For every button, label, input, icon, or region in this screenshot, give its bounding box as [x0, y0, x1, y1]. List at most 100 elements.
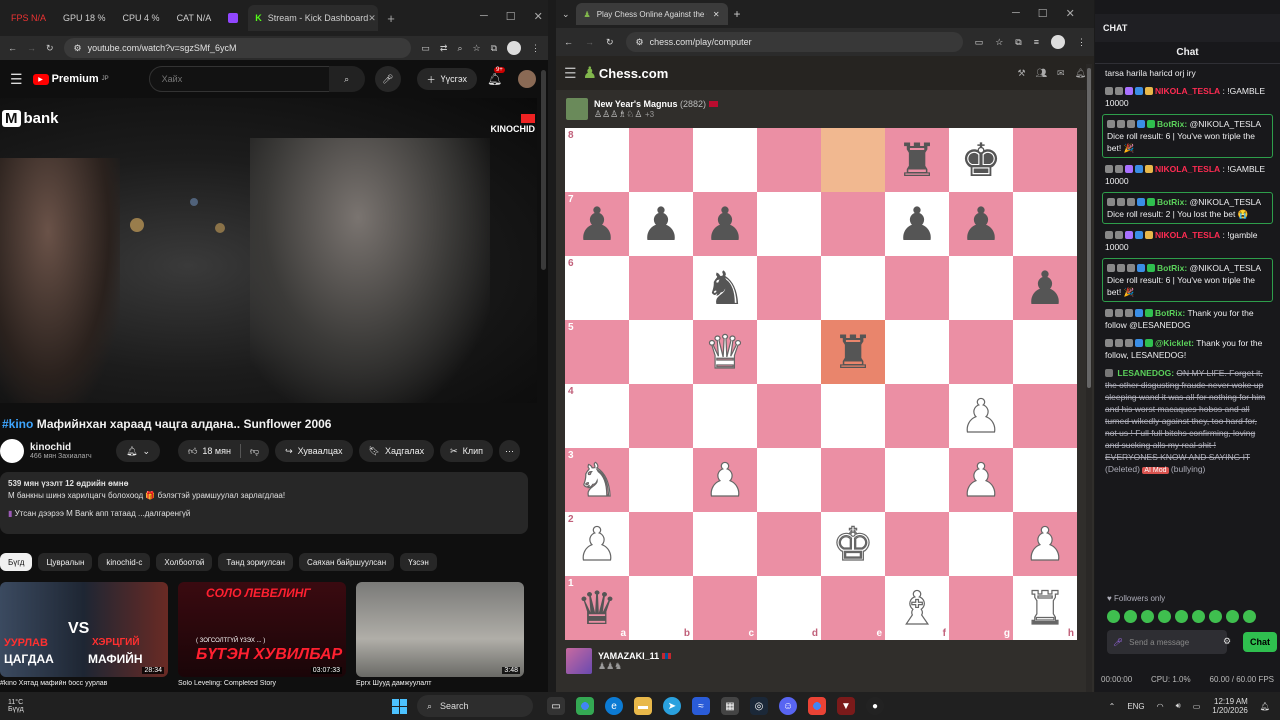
square-b8[interactable]	[629, 128, 693, 192]
tab-kick-dashboard[interactable]: K Stream - Kick Dashboard ✕	[248, 5, 379, 31]
square-g5[interactable]	[949, 320, 1013, 384]
black-pawn-icon[interactable]: ♟	[576, 201, 617, 247]
square-h7[interactable]	[1013, 192, 1077, 256]
folder-icon[interactable]: ▬	[634, 697, 652, 715]
black-rook-icon[interactable]: ♜	[832, 329, 873, 375]
square-b1[interactable]: b	[629, 576, 693, 640]
square-c8[interactable]	[693, 128, 757, 192]
app-icon[interactable]: ▼	[837, 697, 855, 715]
chat-settings-icon[interactable]: ⚙	[1223, 636, 1231, 647]
square-d1[interactable]: d	[757, 576, 821, 640]
square-e3[interactable]	[821, 448, 885, 512]
video-card[interactable]: УУРЛАВ ХЭРЦГИЙ VS ЦАГДАА МАФИЙН 28:34 #k…	[0, 582, 168, 687]
close-tab-icon[interactable]: ✕	[713, 10, 720, 19]
maximize-icon[interactable]: ☐	[506, 10, 516, 23]
weather-widget[interactable]: 11°C Бүүд	[8, 699, 68, 713]
create-button[interactable]: ＋ Үүсгэх	[416, 68, 477, 90]
emote-icon[interactable]	[1209, 610, 1222, 623]
chrome-icon[interactable]	[576, 697, 594, 715]
back-icon[interactable]: ←	[8, 43, 17, 53]
square-d8[interactable]	[757, 128, 821, 192]
chat-username[interactable]: NIKOLA_TESLA	[1155, 86, 1220, 96]
square-e1[interactable]: e	[821, 576, 885, 640]
square-f8[interactable]: ♜	[885, 128, 949, 192]
back-icon[interactable]: ←	[564, 37, 573, 47]
square-h5[interactable]	[1013, 320, 1077, 384]
forward-icon[interactable]: →	[27, 43, 36, 53]
square-b4[interactable]	[629, 384, 693, 448]
white-pawn-icon[interactable]: ♟	[576, 520, 618, 567]
chat-username[interactable]: BotRix:	[1157, 119, 1187, 129]
chesscom-logo[interactable]: ♟ Chess.com	[583, 63, 669, 83]
chip-recent[interactable]: Саяхан байршуулсан	[298, 553, 395, 571]
chat-username[interactable]: @Kicklet:	[1155, 338, 1194, 348]
menu-icon[interactable]: ⋮	[1077, 37, 1086, 48]
chess-scrollbar[interactable]	[1086, 64, 1092, 692]
black-pawn-icon[interactable]: ♟	[896, 201, 937, 247]
white-king-icon[interactable]: ♚	[832, 520, 874, 567]
square-e5[interactable]: ♜	[821, 320, 885, 384]
youtube-logo[interactable]: ▶ Premium JP	[32, 73, 109, 85]
square-d2[interactable]	[757, 512, 821, 576]
white-pawn-icon[interactable]: ♟	[960, 392, 1002, 439]
tab-twitch[interactable]	[221, 5, 245, 31]
emote-icon[interactable]	[1107, 610, 1120, 623]
url-field[interactable]: ⚙ youtube.com/watch?v=sgzSMf_6ycM	[63, 38, 412, 58]
minimize-icon[interactable]: ─	[1012, 7, 1020, 20]
chip-watched[interactable]: Үзсэн	[400, 553, 437, 571]
emote-icon[interactable]	[1243, 610, 1256, 623]
taskbar-search[interactable]: ⌕ Search	[417, 695, 533, 717]
avatar[interactable]	[518, 70, 537, 88]
emote-icon[interactable]	[1175, 610, 1188, 623]
square-b5[interactable]	[629, 320, 693, 384]
white-queen-icon[interactable]: ♛	[704, 328, 746, 375]
steam-icon[interactable]: ◎	[750, 697, 768, 715]
close-window-icon[interactable]: ✕	[1066, 7, 1075, 20]
video-description[interactable]: 539 мян үзэлт 12 өдрийн өмнө М банкны ши…	[0, 472, 528, 534]
chip-from-channel[interactable]: kinochid-с	[98, 553, 151, 571]
black-knight-icon[interactable]: ♞	[704, 265, 745, 311]
thumbs-down-icon[interactable]: 👎︎	[250, 446, 259, 457]
volume-icon[interactable]: 🔊︎	[1176, 701, 1181, 711]
white-rook-icon[interactable]: ♜	[1024, 584, 1066, 631]
square-c4[interactable]	[693, 384, 757, 448]
square-d4[interactable]	[757, 384, 821, 448]
square-g2[interactable]	[949, 512, 1013, 576]
battery-icon[interactable]: ▭	[1193, 702, 1201, 711]
language-indicator[interactable]: ENG	[1127, 702, 1144, 711]
black-pawn-icon[interactable]: ♟	[1024, 265, 1065, 311]
square-b7[interactable]: ♟	[629, 192, 693, 256]
new-tab-icon[interactable]: +	[734, 7, 741, 21]
bookmark-icon[interactable]: ☆	[472, 43, 480, 54]
chip-for-you[interactable]: Танд зориулсан	[218, 553, 293, 571]
tab-cat[interactable]: CAT N/A	[170, 5, 219, 31]
emote-icon[interactable]	[1124, 610, 1137, 623]
menu-icon[interactable]: ⋮	[531, 43, 540, 54]
edge-icon[interactable]: e	[605, 697, 623, 715]
square-e6[interactable]	[821, 256, 885, 320]
square-c2[interactable]	[693, 512, 757, 576]
opponent-avatar[interactable]	[566, 98, 588, 120]
like-button[interactable]: 👍︎ 18 мян 👎︎	[177, 440, 270, 462]
white-pawn-icon[interactable]: ♟	[704, 456, 746, 503]
square-f5[interactable]	[885, 320, 949, 384]
subscribe-bell-button[interactable]: 🔔︎ ⌄	[116, 440, 160, 462]
square-h2[interactable]: ♟	[1013, 512, 1077, 576]
maximize-icon[interactable]: ☐	[1038, 7, 1048, 20]
square-d7[interactable]	[757, 192, 821, 256]
install-icon[interactable]: ▭	[975, 37, 984, 48]
cast-icon[interactable]: ▭	[421, 43, 430, 54]
square-a4[interactable]: 4	[565, 384, 629, 448]
square-a6[interactable]: 6	[565, 256, 629, 320]
channel-name[interactable]: kinochid	[30, 442, 110, 453]
notifications-icon[interactable]: 🔔︎	[1260, 702, 1270, 711]
store-icon[interactable]: ▦	[721, 697, 739, 715]
wifi-icon[interactable]: ◠	[1157, 702, 1164, 711]
black-rook-icon[interactable]: ♜	[896, 137, 937, 183]
voice-search-button[interactable]: 🎤︎	[374, 66, 401, 92]
square-g6[interactable]	[949, 256, 1013, 320]
clip-button[interactable]: ✂ Клип	[440, 440, 494, 462]
black-queen-icon[interactable]: ♛	[576, 585, 617, 631]
more-actions-button[interactable]: ⋯	[499, 440, 521, 462]
video-player[interactable]: Mbank KINOCHID	[0, 98, 537, 403]
